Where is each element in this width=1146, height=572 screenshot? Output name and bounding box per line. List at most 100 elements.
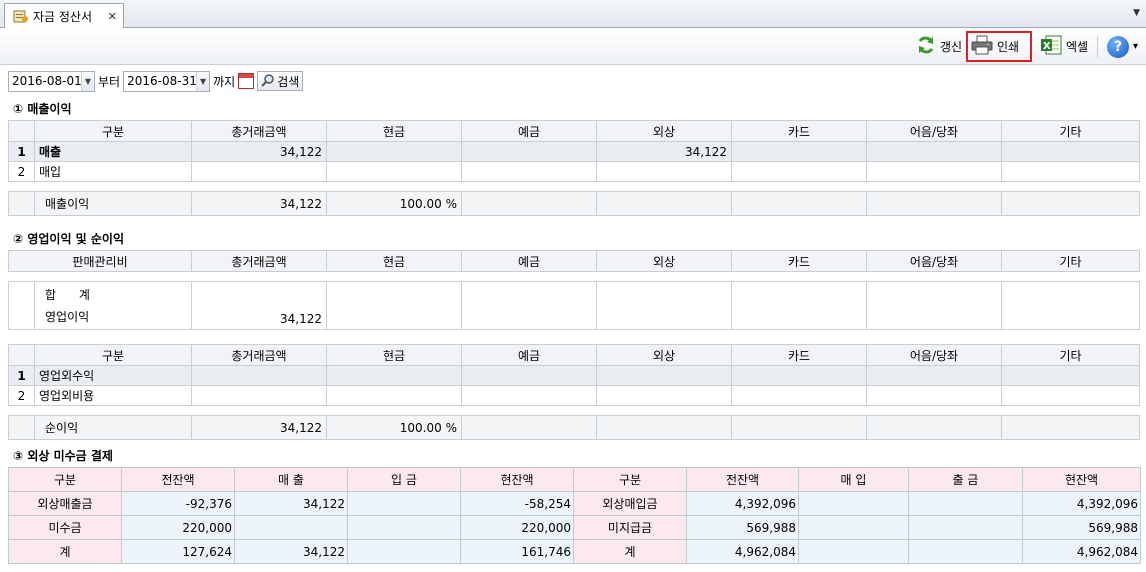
credit-cell[interactable]: 34,122 (596, 141, 732, 162)
col-header-etc[interactable]: 기타 (1001, 120, 1140, 142)
col-header-credit[interactable]: 외상 (596, 120, 732, 142)
table-row-total[interactable]: 계 127,624 34,122 161,746 계 4,962,084 4,9… (8, 539, 1141, 564)
etc-cell[interactable] (1001, 161, 1140, 182)
tab-fund-settlement[interactable]: 자금 정산서 ✕ (4, 3, 124, 28)
col-header-total[interactable]: 총거래금액 (191, 250, 328, 272)
value-cell[interactable] (234, 515, 348, 540)
card-cell[interactable] (731, 141, 867, 162)
row-label[interactable]: 매출 (34, 141, 192, 162)
deposit-cell[interactable] (461, 161, 597, 182)
value-cell[interactable] (347, 491, 461, 516)
value-cell[interactable]: -58,254 (460, 491, 574, 516)
col-header-bill[interactable]: 어음/당좌 (866, 250, 1003, 272)
col-header-card[interactable]: 카드 (731, 344, 867, 366)
col-header-deposit[interactable]: 예금 (461, 120, 597, 142)
col-header-category-ar[interactable]: 구분 (8, 467, 122, 492)
col-header-etc[interactable]: 기타 (1001, 250, 1141, 272)
bill-cell[interactable] (866, 161, 1002, 182)
value-cell[interactable]: 569,988 (686, 515, 799, 540)
value-cell[interactable]: 220,000 (121, 515, 235, 540)
table-row[interactable]: 2 영업외비용 (8, 385, 1140, 406)
col-header-purchase[interactable]: 매 입 (798, 467, 909, 492)
excel-button[interactable]: X 엑셀 (1037, 31, 1091, 62)
value-cell[interactable] (347, 539, 461, 564)
col-header-deposit[interactable]: 예금 (461, 344, 597, 366)
calendar-icon[interactable] (238, 73, 255, 89)
value-cell[interactable] (908, 515, 1023, 540)
value-cell[interactable] (798, 539, 909, 564)
value-cell[interactable] (798, 515, 909, 540)
end-date-field[interactable]: 2016-08-31 ▼ (123, 70, 211, 92)
col-header-credit[interactable]: 외상 (596, 250, 733, 272)
col-header-etc[interactable]: 기타 (1001, 344, 1140, 366)
tab-strip: 자금 정산서 ✕ ▼ (0, 0, 1146, 28)
col-header-receipt[interactable]: 입 금 (347, 467, 461, 492)
cash-cell[interactable] (326, 161, 462, 182)
col-header-category-ap[interactable]: 구분 (573, 467, 687, 492)
col-header-deposit[interactable]: 예금 (461, 250, 598, 272)
value-cell[interactable]: 4,392,096 (686, 491, 799, 516)
value-cell[interactable]: 4,962,084 (1022, 539, 1141, 564)
cash-cell[interactable] (326, 141, 462, 162)
refresh-button[interactable]: 갱신 (913, 31, 965, 62)
col-header-cur-balance-ar[interactable]: 현잔액 (460, 467, 574, 492)
tab-close-icon[interactable]: ✕ (108, 10, 117, 23)
credit-cell[interactable] (596, 161, 732, 182)
col-header-bill[interactable]: 어음/당좌 (866, 344, 1002, 366)
help-button[interactable]: ? ▾ (1104, 31, 1141, 62)
table-row[interactable]: 1 매출 34,122 34,122 (8, 141, 1140, 162)
start-date-field[interactable]: 2016-08-01 ▼ (8, 70, 95, 92)
row-number-header (8, 344, 35, 366)
value-cell[interactable]: 34,122 (234, 539, 348, 564)
value-cell[interactable] (908, 539, 1023, 564)
value-cell[interactable]: 161,746 (460, 539, 574, 564)
row-label[interactable]: 영업외비용 (34, 385, 192, 406)
col-header-card[interactable]: 카드 (731, 120, 867, 142)
value-cell[interactable]: 127,624 (121, 539, 235, 564)
card-cell[interactable] (731, 161, 867, 182)
col-header-total[interactable]: 총거래금액 (191, 344, 327, 366)
col-header-category[interactable]: 구분 (34, 344, 192, 366)
help-dropdown-icon[interactable]: ▾ (1133, 41, 1138, 52)
col-header-cur-balance-ap[interactable]: 현잔액 (1022, 467, 1141, 492)
col-header-sga[interactable]: 판매관리비 (7, 250, 193, 272)
value-cell[interactable]: 4,962,084 (686, 539, 799, 564)
row-label[interactable]: 영업외수익 (34, 365, 192, 386)
total-cell[interactable] (191, 161, 327, 182)
value-cell[interactable]: 34,122 (234, 491, 348, 516)
bill-cell[interactable] (866, 141, 1002, 162)
col-header-total[interactable]: 총거래금액 (191, 120, 327, 142)
col-header-cash[interactable]: 현금 (326, 344, 462, 366)
value-cell[interactable] (798, 491, 909, 516)
table-row[interactable]: 외상매출금 -92,376 34,122 -58,254 외상매입금 4,392… (8, 491, 1141, 516)
table-row[interactable]: 1 영업외수익 (8, 365, 1140, 386)
table-row[interactable]: 미수금 220,000 220,000 미지급금 569,988 569,988 (8, 515, 1141, 540)
search-button[interactable]: 검색 (257, 71, 304, 91)
col-header-payment[interactable]: 출 금 (908, 467, 1023, 492)
col-header-sales[interactable]: 매 출 (234, 467, 348, 492)
col-header-cash[interactable]: 현금 (326, 250, 463, 272)
value-cell[interactable] (908, 491, 1023, 516)
total-cell[interactable]: 34,122 (191, 141, 327, 162)
value-cell[interactable]: 569,988 (1022, 515, 1141, 540)
start-date-dropdown-icon[interactable]: ▼ (81, 71, 94, 91)
tab-menu-arrow-icon[interactable]: ▼ (1133, 8, 1140, 18)
value-cell[interactable]: 220,000 (460, 515, 574, 540)
col-header-bill[interactable]: 어음/당좌 (866, 120, 1002, 142)
col-header-prev-balance-ap[interactable]: 전잔액 (686, 467, 799, 492)
deposit-cell[interactable] (461, 141, 597, 162)
col-header-prev-balance-ar[interactable]: 전잔액 (121, 467, 235, 492)
col-header-cash[interactable]: 현금 (326, 120, 462, 142)
end-date-dropdown-icon[interactable]: ▼ (196, 71, 210, 91)
row-label[interactable]: 매입 (34, 161, 192, 182)
receivables-settlement-table: 구분 전잔액 매 출 입 금 현잔액 구분 전잔액 매 입 출 금 현잔액 외상… (8, 467, 1141, 564)
table-row[interactable]: 2 매입 (8, 161, 1140, 182)
etc-cell[interactable] (1001, 141, 1140, 162)
value-cell[interactable] (347, 515, 461, 540)
print-button[interactable]: 인쇄 (966, 31, 1032, 62)
col-header-card[interactable]: 카드 (731, 250, 868, 272)
col-header-credit[interactable]: 외상 (596, 344, 732, 366)
value-cell[interactable]: 4,392,096 (1022, 491, 1141, 516)
value-cell[interactable]: -92,376 (121, 491, 235, 516)
col-header-category[interactable]: 구분 (34, 120, 192, 142)
